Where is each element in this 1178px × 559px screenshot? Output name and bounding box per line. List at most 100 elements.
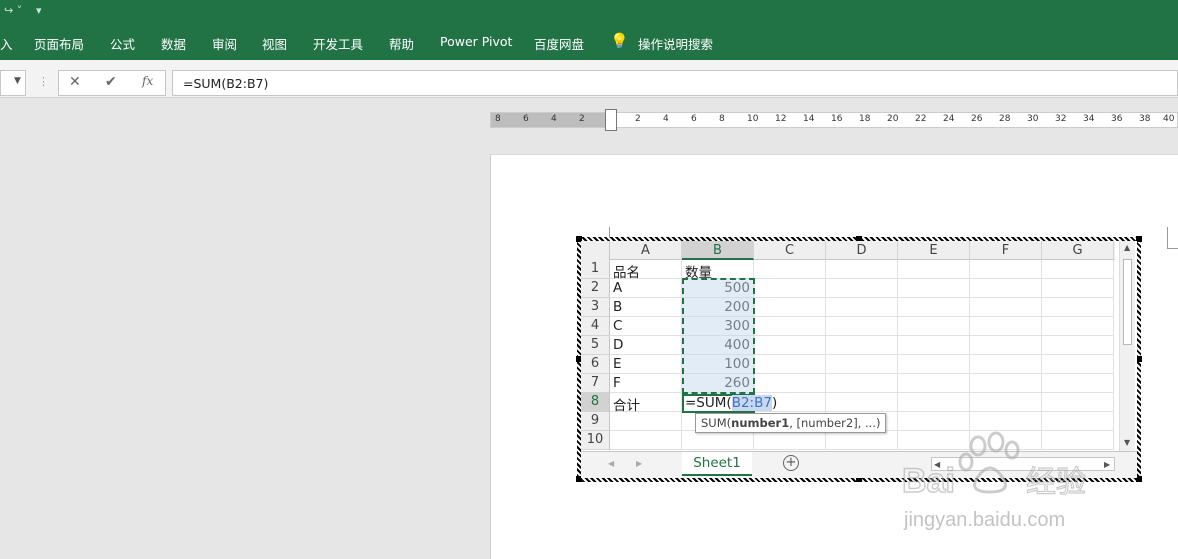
cell[interactable] — [898, 260, 970, 279]
cell[interactable] — [1042, 260, 1114, 279]
tab-formulas[interactable]: 公式 — [110, 34, 135, 53]
cell[interactable] — [826, 298, 898, 317]
insert-function-icon[interactable]: fx — [142, 74, 153, 88]
cell[interactable]: B — [610, 298, 682, 317]
cell[interactable] — [754, 431, 826, 450]
cell[interactable] — [826, 336, 898, 355]
cell[interactable] — [610, 431, 682, 450]
tab-page-layout[interactable]: 页面布局 — [34, 34, 84, 53]
column-header-c[interactable]: C — [754, 241, 826, 260]
tab-data[interactable]: 数据 — [161, 34, 186, 53]
column-header-b[interactable]: B — [682, 241, 754, 260]
cell[interactable] — [898, 355, 970, 374]
cell[interactable] — [970, 279, 1042, 298]
lightbulb-icon[interactable]: 💡 — [610, 32, 629, 50]
add-sheet-button[interactable]: + — [783, 455, 799, 471]
formula-input[interactable]: =SUM(B2:B7) — [172, 70, 1178, 96]
row-header-7[interactable]: 7 — [581, 374, 610, 393]
cell[interactable] — [826, 260, 898, 279]
indent-marker[interactable] — [605, 109, 617, 131]
cell[interactable] — [898, 298, 970, 317]
cell[interactable] — [1042, 355, 1114, 374]
cell[interactable] — [1042, 317, 1114, 336]
column-header-f[interactable]: F — [970, 241, 1042, 260]
cell[interactable] — [826, 355, 898, 374]
cell[interactable] — [754, 336, 826, 355]
cell[interactable] — [970, 393, 1042, 412]
cell[interactable]: D — [610, 336, 682, 355]
cell[interactable] — [754, 260, 826, 279]
row-header-9[interactable]: 9 — [581, 412, 610, 431]
prev-sheet-icon[interactable]: ◀ — [608, 459, 614, 468]
row-header-10[interactable]: 10 — [581, 431, 610, 450]
cell[interactable] — [970, 374, 1042, 393]
vertical-scrollbar[interactable]: ▲ ▼ — [1119, 241, 1135, 451]
cell[interactable]: 数量 — [682, 260, 754, 281]
cell[interactable] — [826, 374, 898, 393]
name-box[interactable]: ▼ — [0, 70, 26, 96]
scroll-thumb[interactable] — [1123, 259, 1132, 345]
cell[interactable]: C — [610, 317, 682, 336]
cell[interactable] — [754, 298, 826, 317]
chevron-down-icon[interactable]: ▼ — [14, 76, 21, 86]
cell[interactable] — [898, 279, 970, 298]
tab-baidu-netdisk[interactable]: 百度网盘 — [534, 34, 584, 53]
cell[interactable] — [1042, 279, 1114, 298]
column-header-g[interactable]: G — [1042, 241, 1114, 260]
cell[interactable] — [826, 317, 898, 336]
cell[interactable] — [1042, 393, 1114, 412]
column-header-e[interactable]: E — [898, 241, 970, 260]
cell[interactable] — [1042, 374, 1114, 393]
cell[interactable] — [898, 374, 970, 393]
tab-developer[interactable]: 开发工具 — [313, 34, 363, 53]
cell[interactable] — [1042, 298, 1114, 317]
cell[interactable] — [754, 355, 826, 374]
tab-view[interactable]: 视图 — [262, 34, 287, 53]
scroll-down-icon[interactable]: ▼ — [1124, 438, 1130, 447]
row-header-3[interactable]: 3 — [581, 298, 610, 317]
tooltip-current-arg[interactable]: number1 — [731, 416, 789, 430]
cell[interactable] — [898, 393, 970, 412]
cell[interactable] — [754, 279, 826, 298]
column-header-d[interactable]: D — [826, 241, 898, 260]
enter-icon[interactable]: ✔ — [105, 74, 117, 90]
cell[interactable]: 品名 — [610, 260, 682, 281]
next-sheet-icon[interactable]: ▶ — [636, 459, 642, 468]
cell[interactable] — [970, 317, 1042, 336]
cell[interactable] — [682, 431, 754, 450]
tab-insert[interactable]: 入 — [0, 34, 13, 53]
sheet-tab[interactable]: Sheet1 — [682, 452, 752, 476]
cell[interactable] — [610, 412, 682, 431]
customize-icon[interactable]: ▾ — [36, 4, 42, 17]
column-header-a[interactable]: A — [610, 241, 682, 260]
cell[interactable] — [970, 298, 1042, 317]
row-header-2[interactable]: 2 — [581, 279, 610, 298]
redo-icon[interactable]: ↪ ˅ — [4, 4, 22, 17]
row-header-1[interactable]: 1 — [581, 260, 610, 279]
cell[interactable]: 合计 — [610, 393, 682, 414]
cell[interactable] — [826, 279, 898, 298]
cell[interactable] — [970, 336, 1042, 355]
row-header-8[interactable]: 8 — [581, 393, 610, 412]
cell[interactable]: F — [610, 374, 682, 393]
cell[interactable]: A — [610, 279, 682, 298]
cell[interactable] — [898, 317, 970, 336]
cell[interactable] — [826, 393, 898, 412]
cancel-icon[interactable]: ✕ — [69, 74, 81, 90]
cell[interactable] — [1042, 336, 1114, 355]
cell[interactable]: E — [610, 355, 682, 374]
cell[interactable] — [970, 355, 1042, 374]
row-header-6[interactable]: 6 — [581, 355, 610, 374]
cell[interactable] — [826, 431, 898, 450]
tab-review[interactable]: 审阅 — [212, 34, 237, 53]
cell[interactable] — [754, 374, 826, 393]
tab-help[interactable]: 帮助 — [389, 34, 414, 53]
cell[interactable] — [898, 336, 970, 355]
row-header-5[interactable]: 5 — [581, 336, 610, 355]
select-all-corner[interactable] — [581, 241, 610, 260]
tab-power-pivot[interactable]: Power Pivot — [440, 34, 512, 49]
row-header-4[interactable]: 4 — [581, 317, 610, 336]
tell-me-search[interactable]: 操作说明搜索 — [638, 34, 713, 53]
cell[interactable] — [970, 260, 1042, 279]
scroll-up-icon[interactable]: ▲ — [1124, 243, 1130, 252]
